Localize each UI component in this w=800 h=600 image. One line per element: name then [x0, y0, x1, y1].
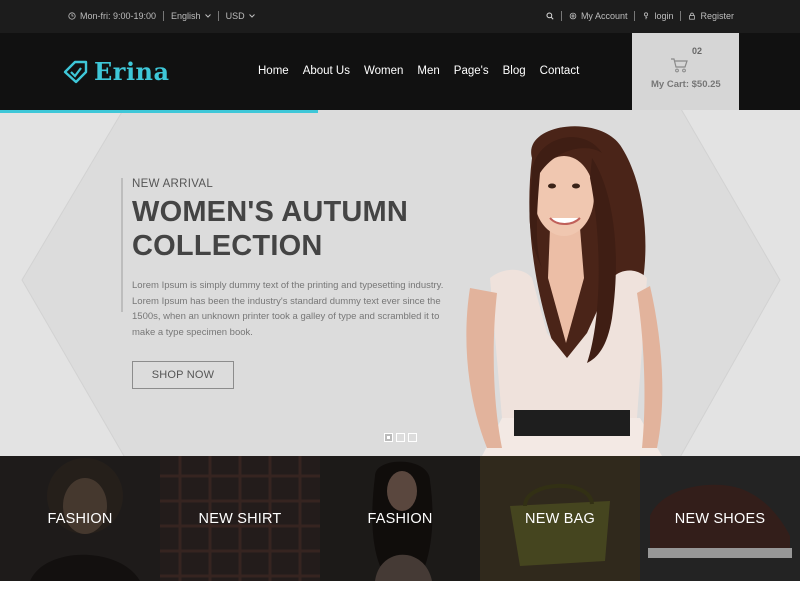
language-value: English [171, 11, 201, 21]
currency-selector[interactable]: USD [226, 11, 255, 21]
category-banners: FASHION NEW SHIRT FASHION NEW BAG NEW SH… [0, 456, 800, 581]
cart-count: 02 [692, 46, 703, 56]
main-nav: Home About Us Women Men Page's Blog Cont… [258, 65, 579, 77]
slider-dot-2[interactable] [396, 433, 405, 442]
shop-now-button[interactable]: SHOP NOW [132, 361, 234, 389]
hero-description: Lorem Ipsum is simply dummy text of the … [132, 280, 444, 338]
nav-women[interactable]: Women [364, 65, 403, 77]
page-bottom-spacer [0, 581, 800, 600]
chevron-down-icon [248, 14, 255, 18]
lock-icon [689, 12, 696, 20]
divider [163, 11, 165, 21]
chevron-down-icon [204, 14, 211, 18]
slider-dot-1[interactable] [384, 433, 393, 442]
gear-icon [569, 12, 577, 20]
divider [560, 11, 562, 21]
category-new-shoes[interactable]: NEW SHOES [640, 456, 800, 581]
logo[interactable]: Erina [62, 57, 170, 86]
nav-blog[interactable]: Blog [503, 65, 526, 77]
main-header: Erina Home About Us Women Men Page's Blo… [0, 33, 800, 110]
top-bar: Mon-fri: 9:00-19:00 English USD My Accou… [0, 0, 800, 33]
slider-dots [384, 433, 417, 442]
hero-kicker: NEW ARRIVAL [132, 178, 214, 190]
nav-home[interactable]: Home [258, 65, 289, 77]
category-fashion-2[interactable]: FASHION [320, 456, 480, 581]
register-link[interactable]: Register [688, 11, 734, 21]
key-icon [644, 12, 649, 20]
currency-value: USD [225, 11, 245, 21]
nav-pages[interactable]: Page's [454, 65, 489, 77]
slider-progress-bar [0, 110, 318, 113]
register-label: Register [700, 11, 734, 21]
tag-logo-icon [63, 60, 88, 83]
slider-dot-3[interactable] [408, 433, 417, 442]
category-label: FASHION [47, 510, 113, 527]
divider [680, 11, 682, 21]
my-account-link[interactable]: My Account [569, 11, 628, 21]
nav-men[interactable]: Men [417, 65, 439, 77]
category-label: NEW SHOES [674, 510, 766, 527]
hero-headline-line2: COLLECTION [132, 230, 323, 262]
business-hours: Mon-fri: 9:00-19:00 [68, 11, 156, 21]
divider [217, 11, 219, 21]
logo-text: Erina [94, 57, 170, 86]
cart-total: My Cart: $50.25 [651, 79, 721, 90]
nav-about-us[interactable]: About Us [303, 65, 350, 77]
hero-slider: NEW ARRIVAL WOMEN'S AUTUMN COLLECTION Lo… [0, 110, 800, 456]
login-link[interactable]: login [642, 11, 673, 21]
category-label: NEW BAG [525, 510, 595, 527]
mini-cart[interactable]: 02 My Cart: $50.25 [632, 33, 739, 110]
business-hours-text: Mon-fri: 9:00-19:00 [80, 11, 157, 21]
hero-headline-line1: WOMEN'S AUTUMN [132, 196, 409, 228]
category-new-shirt[interactable]: NEW SHIRT [160, 456, 320, 581]
category-label: NEW SHIRT [198, 510, 282, 527]
cart-icon [671, 58, 688, 73]
top-bar-left: Mon-fri: 9:00-19:00 English USD [68, 11, 255, 21]
search-icon[interactable] [546, 12, 554, 20]
login-label: login [654, 11, 674, 21]
my-account-label: My Account [580, 11, 628, 21]
category-fashion-1[interactable]: FASHION [0, 456, 160, 581]
clock-icon [68, 12, 76, 20]
language-selector[interactable]: English [171, 11, 211, 21]
hero-headline: WOMEN'S AUTUMN COLLECTION [132, 195, 408, 263]
model-image [466, 126, 663, 456]
top-bar-right: My Account login Register [546, 11, 734, 21]
category-label: FASHION [367, 510, 433, 527]
accent-bar [121, 178, 123, 312]
divider [634, 11, 636, 21]
nav-contact[interactable]: Contact [540, 65, 580, 77]
category-new-bag[interactable]: NEW BAG [480, 456, 640, 581]
